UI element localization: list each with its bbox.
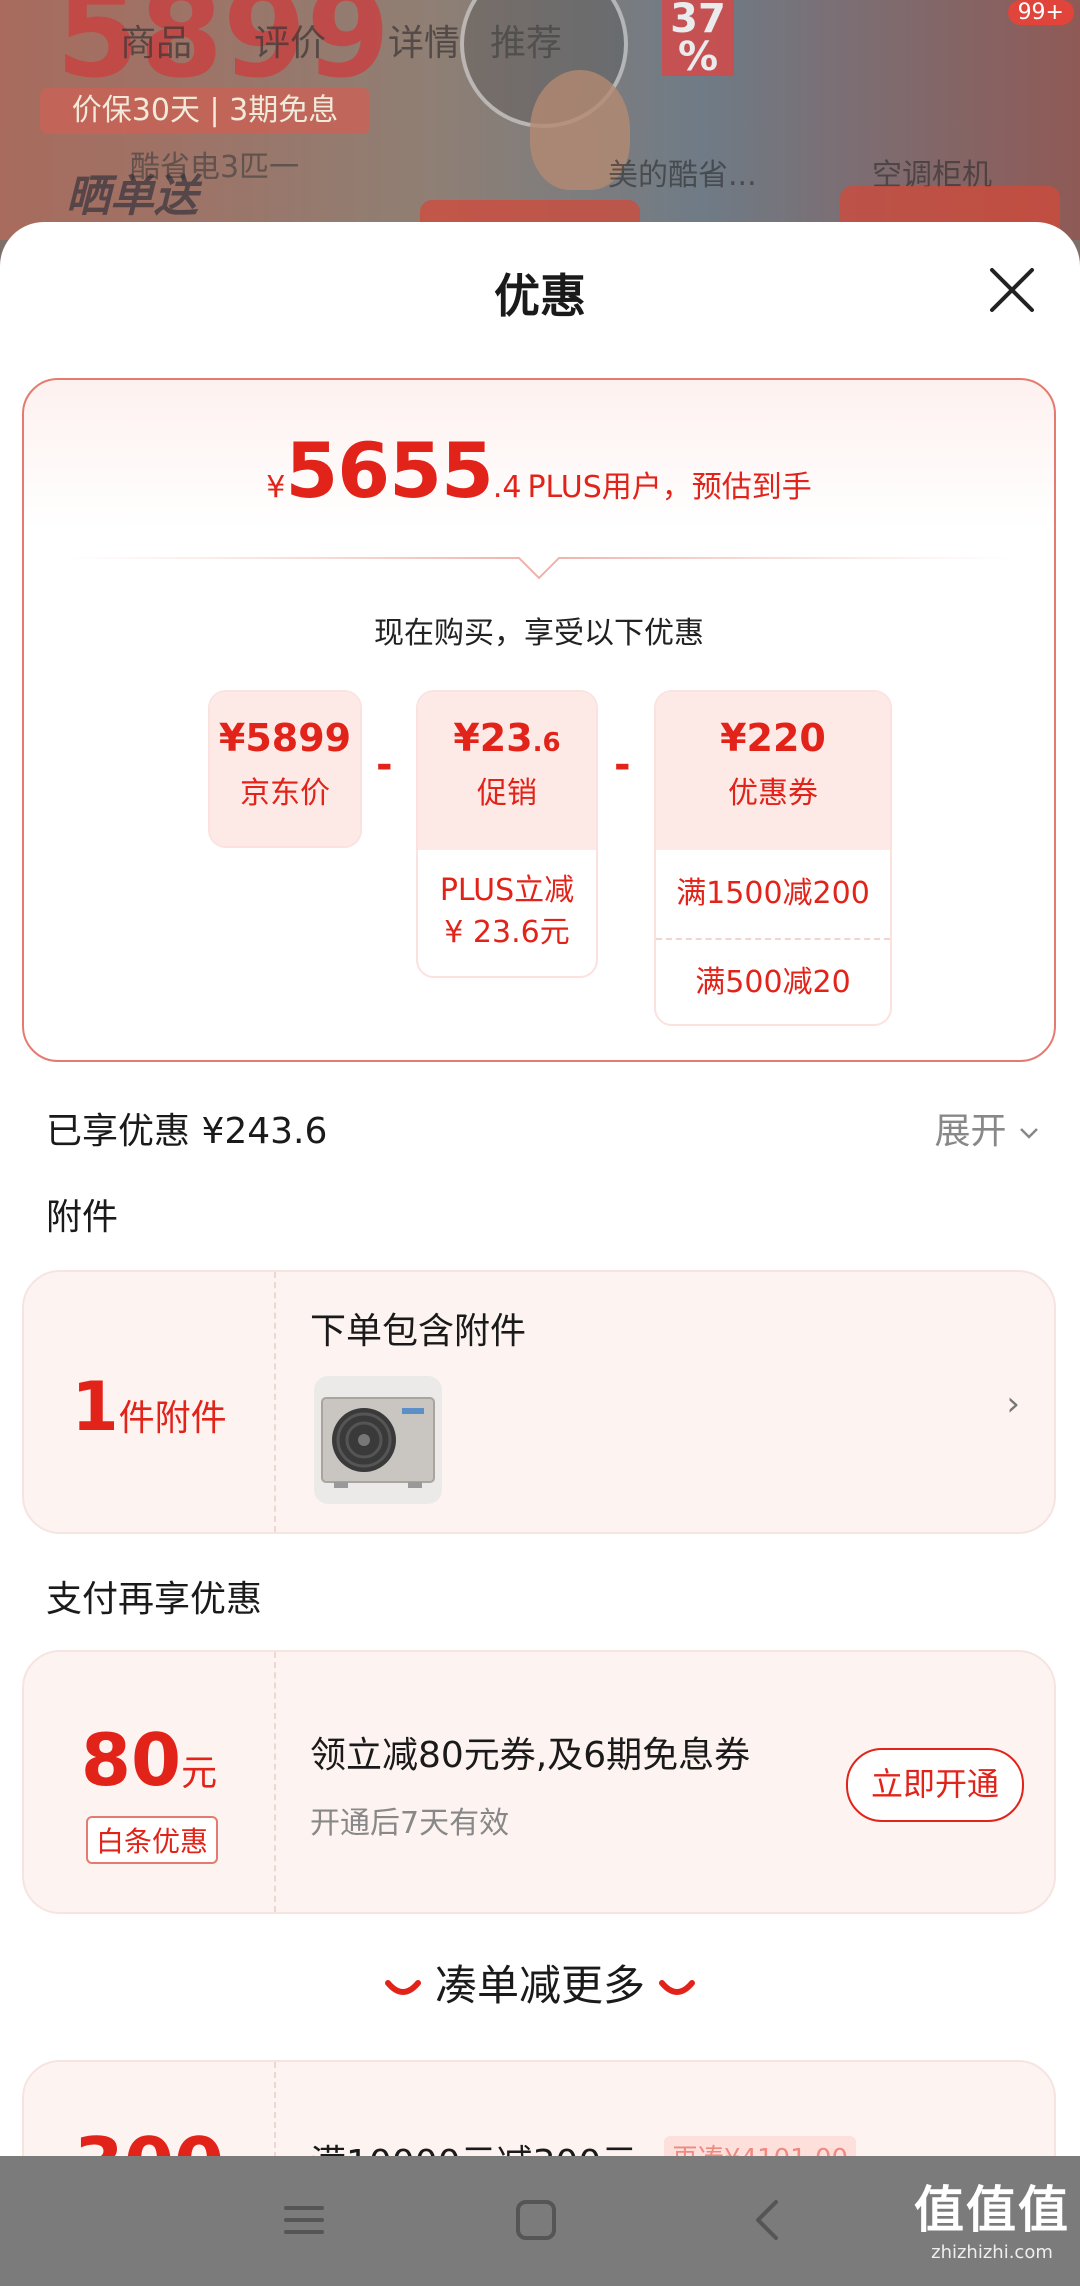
estimated-price: ¥5655.4 PLUS用户，预估到手 [24,426,1054,515]
jd-price-label: 京东价 [240,776,330,811]
more-discounts-title: 凑单减更多 [434,1961,645,2010]
coupon-detail: 满500减20 [695,965,851,1000]
accessory-count-number: 1 [71,1368,119,1447]
coupon-amount: ¥220 [720,716,826,760]
payment-amount-number: 80 [80,1718,182,1802]
coupon-label: 优惠券 [728,776,818,811]
breakdown-intro: 现在购买，享受以下优惠 [374,616,704,651]
bg-tab: 详情 [388,23,461,64]
coupon-box: ¥220 优惠券 满1500减200 满500减20 [654,690,892,1026]
promo-detail: ¥ 23.6元 [444,915,570,950]
bg-tab: 商品 [120,23,193,64]
minus-sign: - [614,742,631,788]
section-title-payment: 支付再享优惠 [46,1579,263,1620]
bundle-offer-tag: 再凑¥4101.00 [664,2136,857,2156]
bundle-offer-title: 满10000元减300元 [310,2134,637,2156]
accessory-count-unit: 件附件 [118,1398,227,1439]
expand-button[interactable]: 展开 [935,1102,1040,1154]
bg-tabs: 商品 评价 详情 [120,14,460,66]
watermark-url: zhizhizhi.com [931,2242,1053,2263]
estimated-price-label: PLUS用户，预估到手 [527,470,812,505]
coupon-detail: 满1500减200 [656,850,890,940]
bg-guarantee: 价保30天 | 3期免息 [40,88,370,134]
minus-sign: - [376,742,393,788]
bg-share-label: 晒单送 [66,171,198,222]
promo-box: ¥23.6 促销 PLUS立减 ¥ 23.6元 [416,690,598,978]
divider-arrow [64,557,1014,580]
price-breakdown-card: ¥5655.4 PLUS用户，预估到手 现在购买，享受以下优惠 ¥5899 京东价… [22,378,1056,1062]
payment-offer-title: 领立减80元券,及6期免息券 [310,1735,751,1776]
smile-decoration-icon [384,1979,421,1995]
jd-price-box: ¥5899 京东价 [208,690,362,848]
accessories-card[interactable]: 1件附件 下单包含附件 › [22,1270,1056,1534]
expand-label: 展开 [934,1111,1007,1152]
estimated-price-decimal: .4 [492,470,522,505]
promo-detail: PLUS立减 [439,873,575,908]
promo-amount: ¥23 [453,716,533,760]
bg-tab: 推荐 [490,23,563,64]
accessory-title: 下单包含附件 [310,1311,527,1352]
jd-price-amount: ¥5899 [218,716,352,760]
close-icon[interactable] [984,262,1040,318]
bg-cart-badge: 99+ [1007,0,1074,25]
promo-amount-decimal: .6 [532,728,561,758]
outdoor-unit-image [314,1376,442,1504]
chevron-down-icon [1020,1128,1038,1139]
bundle-offer-card[interactable]: 300 满10000元减300元 再凑¥4101.00 [22,2060,1056,2156]
currency-symbol: ¥ [266,470,286,505]
section-title-accessories: 附件 [46,1197,119,1238]
discount-sheet: 优惠 ¥5655.4 PLUS用户，预估到手 现在购买，享受以下优惠 ¥5899 … [0,222,1080,2156]
chevron-right-icon: › [1006,1384,1020,1424]
system-navigation-bar: 值值值 zhizhizhi.com [0,2156,1080,2286]
sheet-title: 优惠 [494,269,586,323]
back-icon[interactable] [738,2190,798,2250]
baitiao-tag: 白条优惠 [86,1816,219,1864]
payment-amount-unit: 元 [181,1753,218,1794]
payment-offer-subtitle: 开通后7天有效 [310,1806,510,1841]
enjoyed-discount-total: 已享优惠 ¥243.6 [46,1111,328,1152]
watermark-logo: 值值值 [914,2181,1070,2239]
site-watermark: 值值值 zhizhizhi.com [914,2170,1070,2263]
menu-icon[interactable] [274,2190,334,2250]
bg-tab: 评价 [254,23,327,64]
promo-label: 促销 [477,776,537,811]
estimated-price-integer: 5655 [285,426,494,515]
bundle-offer-amount: 300 [24,2122,274,2156]
bg-percent-badge: 37 % [662,0,734,77]
more-discounts-heading: 凑单减更多 [0,1952,1080,2013]
smile-decoration-icon [659,1979,695,1995]
payment-amount: 80元 [24,1718,274,1802]
activate-now-button[interactable]: 立即开通 [846,1748,1024,1822]
accessory-count: 1件附件 [24,1368,274,1447]
bg-product-name: 美的酷省... [608,158,757,193]
home-icon[interactable] [506,2190,566,2250]
background-product-page: 5899 商品 评价 详情 推荐 价保30天 | 3期免息 酷省电3匹一 晒单送… [0,0,1080,240]
payment-offer-card: 80元 白条优惠 领立减80元券,及6期免息券 开通后7天有效 立即开通 [22,1650,1056,1914]
